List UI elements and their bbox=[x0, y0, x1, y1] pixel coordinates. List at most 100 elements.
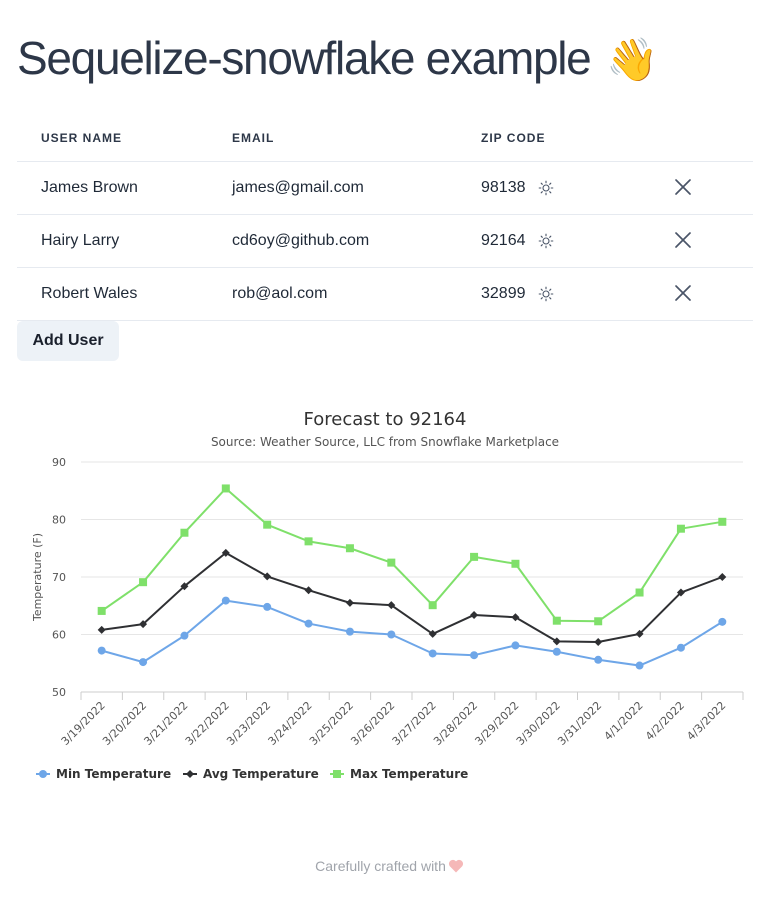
data-point bbox=[470, 651, 479, 660]
header-actions bbox=[671, 115, 753, 162]
actions-cell bbox=[671, 161, 753, 215]
data-point bbox=[97, 625, 106, 634]
chart-title: Forecast to 92164 bbox=[304, 409, 467, 430]
header-user-name: USER NAME bbox=[17, 115, 232, 162]
user-email-cell: cd6oy@github.com bbox=[232, 214, 481, 268]
data-point bbox=[345, 598, 354, 607]
x-tick-label: 3/26/2022 bbox=[348, 699, 397, 748]
data-point bbox=[263, 602, 272, 611]
data-point bbox=[718, 617, 727, 626]
legend-item-label: Max Temperature bbox=[350, 767, 468, 781]
data-point bbox=[180, 528, 189, 537]
table-header-row: USER NAME EMAIL ZIP CODE bbox=[17, 115, 753, 162]
y-axis-title: Temperature (F) bbox=[31, 533, 44, 622]
zip-cell: 98138 bbox=[481, 161, 671, 215]
page-title: Sequelize-snowflake example 👋 bbox=[17, 26, 658, 92]
data-point bbox=[511, 559, 520, 568]
header-zip-code: ZIP CODE bbox=[481, 115, 671, 162]
zip-wrap: 98138 bbox=[481, 179, 554, 197]
x-tick-label: 3/25/2022 bbox=[307, 699, 356, 748]
x-tick-label: 3/27/2022 bbox=[390, 699, 439, 748]
table-body: James Brown james@gmail.com 98138 Hairy … bbox=[17, 161, 753, 321]
series-line-avg-temperature bbox=[101, 551, 723, 643]
data-point bbox=[97, 606, 106, 615]
data-point bbox=[552, 637, 561, 646]
add-user-button[interactable]: Add User bbox=[17, 321, 119, 361]
data-point bbox=[387, 630, 396, 639]
page-title-text: Sequelize-snowflake example bbox=[17, 32, 592, 84]
heart-icon bbox=[448, 859, 464, 876]
x-tick-label: 3/29/2022 bbox=[472, 699, 521, 748]
user-name-cell: James Brown bbox=[17, 161, 232, 215]
data-point bbox=[345, 544, 354, 553]
data-point bbox=[511, 641, 520, 650]
x-tick-label: 3/21/2022 bbox=[141, 699, 190, 748]
zip-code-value: 32899 bbox=[481, 285, 526, 302]
data-point bbox=[718, 573, 727, 581]
x-tick-label: 3/28/2022 bbox=[431, 699, 480, 748]
data-point bbox=[139, 578, 148, 587]
data-point bbox=[345, 627, 354, 636]
sun-icon[interactable] bbox=[538, 233, 554, 249]
data-point bbox=[428, 601, 437, 610]
sun-icon[interactable] bbox=[538, 286, 554, 302]
close-icon bbox=[675, 179, 691, 195]
close-icon bbox=[675, 232, 691, 248]
data-point bbox=[635, 661, 644, 670]
data-point bbox=[263, 572, 272, 581]
data-point bbox=[304, 537, 313, 546]
data-point bbox=[594, 637, 603, 646]
legend-item-label: Min Temperature bbox=[56, 767, 171, 781]
x-tick-label: 3/22/2022 bbox=[183, 699, 232, 748]
x-tick-label: 4/1/2022 bbox=[602, 699, 646, 743]
y-tick-label: 50 bbox=[52, 686, 66, 699]
sun-icon[interactable] bbox=[538, 180, 554, 196]
user-email-cell: rob@aol.com bbox=[232, 267, 481, 321]
y-tick-label: 70 bbox=[52, 571, 66, 584]
data-point bbox=[511, 613, 520, 622]
legend-marker bbox=[186, 770, 194, 778]
y-tick-label: 90 bbox=[52, 456, 66, 469]
data-point bbox=[387, 558, 396, 567]
series-line-min-temperature bbox=[101, 599, 723, 667]
data-point bbox=[594, 617, 603, 626]
data-point bbox=[470, 610, 479, 619]
forecast-chart: Forecast to 92164 Source: Weather Source,… bbox=[0, 395, 779, 795]
actions-cell bbox=[671, 214, 753, 268]
zip-cell: 92164 bbox=[481, 214, 671, 268]
y-tick-label: 80 bbox=[52, 514, 66, 527]
data-point bbox=[718, 517, 727, 526]
data-point bbox=[221, 596, 230, 605]
close-icon bbox=[675, 285, 691, 301]
data-point bbox=[139, 658, 148, 667]
data-point bbox=[428, 649, 437, 658]
data-point bbox=[180, 631, 189, 640]
data-point bbox=[594, 655, 603, 664]
actions-cell bbox=[671, 267, 753, 321]
user-email-cell: james@gmail.com bbox=[232, 161, 481, 215]
data-point bbox=[635, 588, 644, 597]
users-table: USER NAME EMAIL ZIP CODE James Brown jam… bbox=[17, 115, 753, 321]
chart-subtitle: Source: Weather Source, LLC from Snowfla… bbox=[211, 435, 559, 449]
data-point bbox=[304, 586, 313, 595]
x-tick-label: 4/2/2022 bbox=[643, 699, 687, 743]
y-tick-label: 60 bbox=[52, 629, 66, 642]
zip-wrap: 92164 bbox=[481, 232, 554, 250]
delete-user-button[interactable] bbox=[671, 175, 695, 199]
table-row: Hairy Larry cd6oy@github.com 92164 bbox=[17, 214, 753, 268]
delete-user-button[interactable] bbox=[671, 281, 695, 305]
waving-hand-emoji: 👋 bbox=[605, 36, 658, 83]
zip-code-value: 98138 bbox=[481, 179, 526, 196]
legend-marker bbox=[39, 770, 47, 778]
x-tick-label: 4/3/2022 bbox=[684, 699, 728, 743]
zip-wrap: 32899 bbox=[481, 285, 554, 303]
delete-user-button[interactable] bbox=[671, 228, 695, 252]
x-tick-label: 3/19/2022 bbox=[59, 699, 108, 748]
x-tick-label: 3/24/2022 bbox=[266, 699, 315, 748]
x-tick-label: 3/30/2022 bbox=[514, 699, 563, 748]
table-row: James Brown james@gmail.com 98138 bbox=[17, 161, 753, 215]
footer: Carefully crafted with bbox=[0, 858, 779, 876]
data-point bbox=[263, 520, 272, 529]
data-point bbox=[221, 484, 230, 493]
x-tick-label: 3/20/2022 bbox=[100, 699, 149, 748]
